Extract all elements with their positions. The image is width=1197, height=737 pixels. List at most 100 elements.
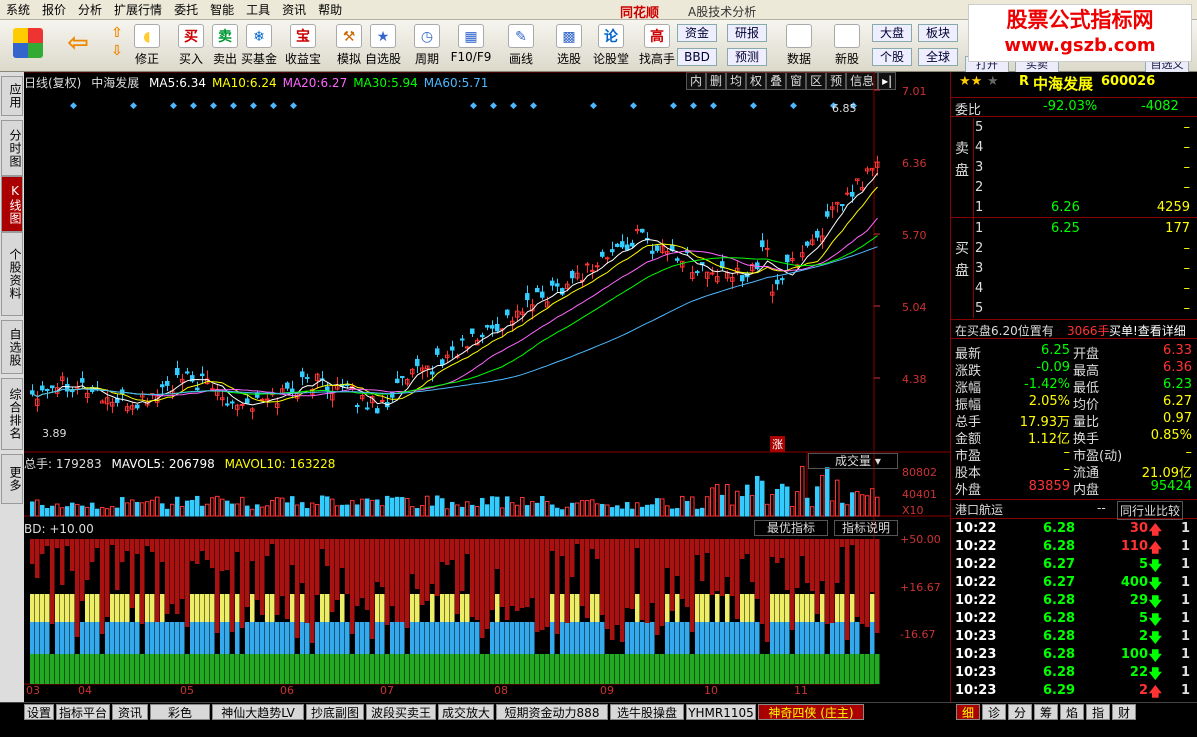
compare-button[interactable]: 同行业比较 <box>1117 501 1184 520</box>
bd-yellow <box>145 594 150 622</box>
toolbar-button-8[interactable]: ▦ F10/F9 <box>450 24 492 70</box>
tick-count: 1 <box>1180 593 1190 608</box>
toolbar-icon-5: ⚒ <box>336 24 362 48</box>
toolbar-button-9[interactable]: ✎ 画线 <box>500 24 542 70</box>
bd-cyan <box>520 622 525 654</box>
candle-body <box>230 401 235 404</box>
left-tab-1[interactable]: 分时图 <box>1 120 23 176</box>
industry-name[interactable]: 港口航运 <box>955 501 1003 518</box>
left-tab-5[interactable]: 综合排名 <box>1 378 23 450</box>
bottom-tab-11[interactable]: 神奇四侠 (庄主) <box>758 704 864 720</box>
bd-cyan <box>395 622 400 654</box>
candle-body <box>760 240 765 248</box>
bd-green <box>90 654 95 684</box>
bottom-tab-6[interactable]: 波段买卖王 <box>366 704 436 720</box>
left-tab-2[interactable]: K线图 <box>1 176 23 232</box>
left-tab-0[interactable]: 应用 <box>1 76 23 116</box>
menu-item-5[interactable]: 智能 <box>204 0 240 20</box>
toolbar-icon-1: 买 <box>178 24 204 48</box>
notice-row[interactable]: 在买盘6.20位置有 3066手 买单!查看详细 <box>951 319 1197 339</box>
bottom-right-tab-0[interactable]: 细 <box>956 704 980 720</box>
bottom-tab-9[interactable]: 选牛股操盘 <box>610 704 684 720</box>
bd-green <box>175 654 180 684</box>
volume-bar <box>320 495 325 517</box>
toolbar-button-3[interactable]: ❄ 买基金 <box>238 24 280 70</box>
bottom-tab-7[interactable]: 成交放大 <box>438 704 494 720</box>
candle-body <box>590 269 595 272</box>
bottom-tab-0[interactable]: 设置 <box>24 704 54 720</box>
volume-bar <box>165 508 170 517</box>
month-label-3: 06 <box>280 684 294 697</box>
toolbar-button-11[interactable]: 论论股堂 <box>590 24 632 70</box>
bottom-tab-1[interactable]: 指标平台 <box>56 704 110 720</box>
bottom-tab-10[interactable]: YHMR1105 <box>686 704 756 720</box>
quote-prefix: R <box>1019 74 1030 89</box>
left-tab-6[interactable]: 更多 <box>1 454 23 504</box>
bottom-tab-5[interactable]: 抄底副图 <box>306 704 364 720</box>
toolbar-label-9: 画线 <box>508 52 533 66</box>
volume-bar <box>120 497 125 517</box>
menu-item-1[interactable]: 报价 <box>36 0 72 20</box>
side-btn-4[interactable]: 大盘 <box>872 24 912 42</box>
layout-button[interactable] <box>10 24 46 70</box>
toolbar-button-6[interactable]: ★ 自选股 <box>362 24 404 70</box>
side-btn-6[interactable]: 板块 <box>918 24 958 42</box>
bd-green <box>360 654 365 684</box>
toolbar-button-4[interactable]: 宝收益宝 <box>282 24 324 70</box>
volume-bar <box>65 506 70 517</box>
bd-green <box>475 654 480 684</box>
left-tab-3[interactable]: 个股资料 <box>1 232 23 316</box>
side-btn-7[interactable]: 全球 <box>918 48 958 66</box>
stat-value: 83859 <box>1028 479 1070 494</box>
bottom-tab-8[interactable]: 短期资金动力888 <box>496 704 608 720</box>
bd-green <box>485 654 490 684</box>
bottom-right-tab-2[interactable]: 分 <box>1008 704 1032 720</box>
volume-dropdown[interactable]: 成交量 ▾ <box>808 453 898 469</box>
side-btn-2[interactable]: BBD <box>677 48 717 66</box>
bd-green <box>575 654 580 684</box>
menu-item-6[interactable]: 工具 <box>240 0 276 20</box>
toolbar-button-10[interactable]: ▩ 选股 <box>548 24 590 70</box>
bd-cyan <box>505 622 510 654</box>
menu-item-3[interactable]: 扩展行情 <box>108 0 168 20</box>
candle-body <box>285 382 290 389</box>
volume-bar <box>305 508 310 517</box>
bottom-right-tab-5[interactable]: 指 <box>1086 704 1110 720</box>
bd-green <box>430 654 435 684</box>
volume-bar <box>860 494 865 517</box>
toolbar-button-7[interactable]: ◷ 周期 <box>406 24 448 70</box>
best-indicator-button[interactable]: 最优指标 <box>754 520 828 536</box>
menu-item-0[interactable]: 系统 <box>0 0 36 20</box>
weibi-key: 委比 <box>955 103 982 118</box>
indicator-help-button[interactable]: 指标说明 <box>834 520 898 536</box>
bd-red <box>470 539 475 617</box>
side-btn-3[interactable]: 预测 <box>727 48 767 66</box>
toolbar-button-12[interactable]: 高找高手 <box>636 24 678 70</box>
bd-green <box>795 654 800 684</box>
back-button[interactable]: ⇦ <box>60 24 96 70</box>
left-tab-4[interactable]: 自选股 <box>1 320 23 374</box>
bottom-tab-4[interactable]: 神仙大趋势LV <box>212 704 304 720</box>
bottom-right-tab-6[interactable]: 财 <box>1112 704 1136 720</box>
bottom-right-tab-4[interactable]: 焰 <box>1060 704 1084 720</box>
menu-item-4[interactable]: 委托 <box>168 0 204 20</box>
menu-item-7[interactable]: 资讯 <box>276 0 312 20</box>
bottom-right-tab-3[interactable]: 筹 <box>1034 704 1058 720</box>
bottom-tab-3[interactable]: 彩色MACD <box>150 704 210 736</box>
bd-cyan <box>260 622 265 654</box>
side-btn-1[interactable]: 研报 <box>727 24 767 42</box>
toolbar-button-13[interactable]: PE 数据 <box>778 24 820 70</box>
side-btn-0[interactable]: 资金 <box>677 24 717 42</box>
menu-item-2[interactable]: 分析 <box>72 0 108 20</box>
bd-red <box>705 539 710 553</box>
bd-cyan <box>235 622 240 654</box>
bd-cyan <box>560 622 565 654</box>
side-btn-5[interactable]: 个股 <box>872 48 912 66</box>
toolbar-button-0[interactable]: ◖ 修正 <box>126 24 168 70</box>
toolbar-button-14[interactable]: ▦ 新股 <box>826 24 868 70</box>
bottom-right-tab-1[interactable]: 诊 <box>982 704 1006 720</box>
bd-red <box>770 539 775 557</box>
bd-green <box>680 654 685 684</box>
bottom-tab-2[interactable]: 资讯 <box>112 704 148 720</box>
menu-item-8[interactable]: 帮助 <box>312 0 348 20</box>
